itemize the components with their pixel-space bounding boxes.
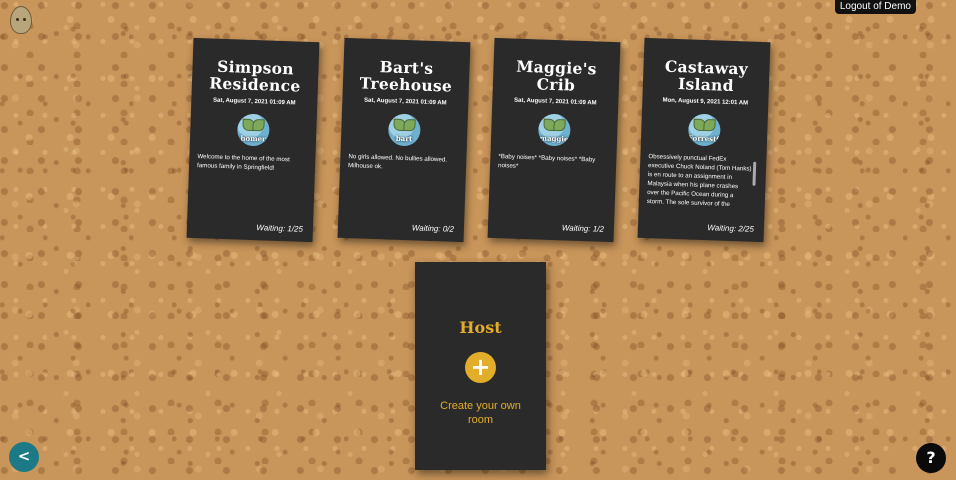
leaf-icon xyxy=(252,118,265,132)
room-description: *Baby noises* *Baby noises* *Baby noises… xyxy=(497,153,596,170)
room-title: Bart's Treehouse xyxy=(359,57,453,96)
host-username: ForrestGump xyxy=(687,133,721,145)
host-room-card[interactable]: Host + Create your own room xyxy=(415,262,546,470)
plus-icon[interactable]: + xyxy=(465,352,496,383)
room-title: Maggie's Crib xyxy=(515,56,598,95)
room-description[interactable]: Obsessively punctual FedEx executive Chu… xyxy=(647,152,759,210)
help-button[interactable]: ? xyxy=(916,443,946,473)
room-card-barts-treehouse[interactable]: Bart's Treehouse Sat, August 7, 2021 01:… xyxy=(337,37,471,243)
host-avatar: maggie xyxy=(537,113,571,147)
logout-button[interactable]: Logout of Demo xyxy=(834,0,916,14)
room-card-castaway-island[interactable]: Castaway Island Mon, August 9, 2021 12:0… xyxy=(637,37,771,243)
room-title: Castaway Island xyxy=(664,56,749,96)
host-username: homer xyxy=(240,133,266,144)
host-title: Host xyxy=(459,318,502,337)
logo-eye-right xyxy=(23,18,26,21)
chevron-left-icon: < xyxy=(17,447,31,465)
host-avatar: ForrestGump xyxy=(687,113,721,147)
waiting-count: Waiting: 0/2 xyxy=(411,223,455,234)
room-card-maggies-crib[interactable]: Maggie's Crib Sat, August 7, 2021 01:09 … xyxy=(487,37,621,243)
room-card-simpson-residence[interactable]: Simpson Residence Sat, August 7, 2021 01… xyxy=(186,37,320,243)
room-title: Simpson Residence xyxy=(208,56,301,96)
logo-eye-left xyxy=(16,18,19,21)
question-mark-icon: ? xyxy=(926,448,936,467)
room-description: No girls allowed. No bullies allowed. Mi… xyxy=(347,153,448,171)
back-button[interactable]: < xyxy=(9,442,39,472)
room-date: Sat, August 7, 2021 01:09 AM xyxy=(212,97,296,107)
waiting-count: Waiting: 1/2 xyxy=(561,223,605,234)
waiting-count: Waiting: 1/25 xyxy=(256,223,304,234)
create-room-label[interactable]: Create your own room xyxy=(430,399,531,427)
room-date: Sat, August 7, 2021 01:09 AM xyxy=(513,97,597,107)
host-avatar: bart xyxy=(387,113,421,147)
host-avatar: homer xyxy=(236,113,270,147)
potato-logo-icon[interactable] xyxy=(10,6,32,34)
leaf-icon xyxy=(403,118,416,132)
leaf-icon xyxy=(553,118,566,132)
room-date: Mon, August 9, 2021 12:01 AM xyxy=(662,97,749,107)
leaf-icon xyxy=(703,118,716,132)
room-description: Welcome to the home of the most famous f… xyxy=(196,153,290,172)
host-username: bart xyxy=(395,133,413,144)
host-username: maggie xyxy=(539,133,569,144)
room-date: Sat, August 7, 2021 01:09 AM xyxy=(363,97,447,107)
waiting-count: Waiting: 2/25 xyxy=(707,223,755,234)
